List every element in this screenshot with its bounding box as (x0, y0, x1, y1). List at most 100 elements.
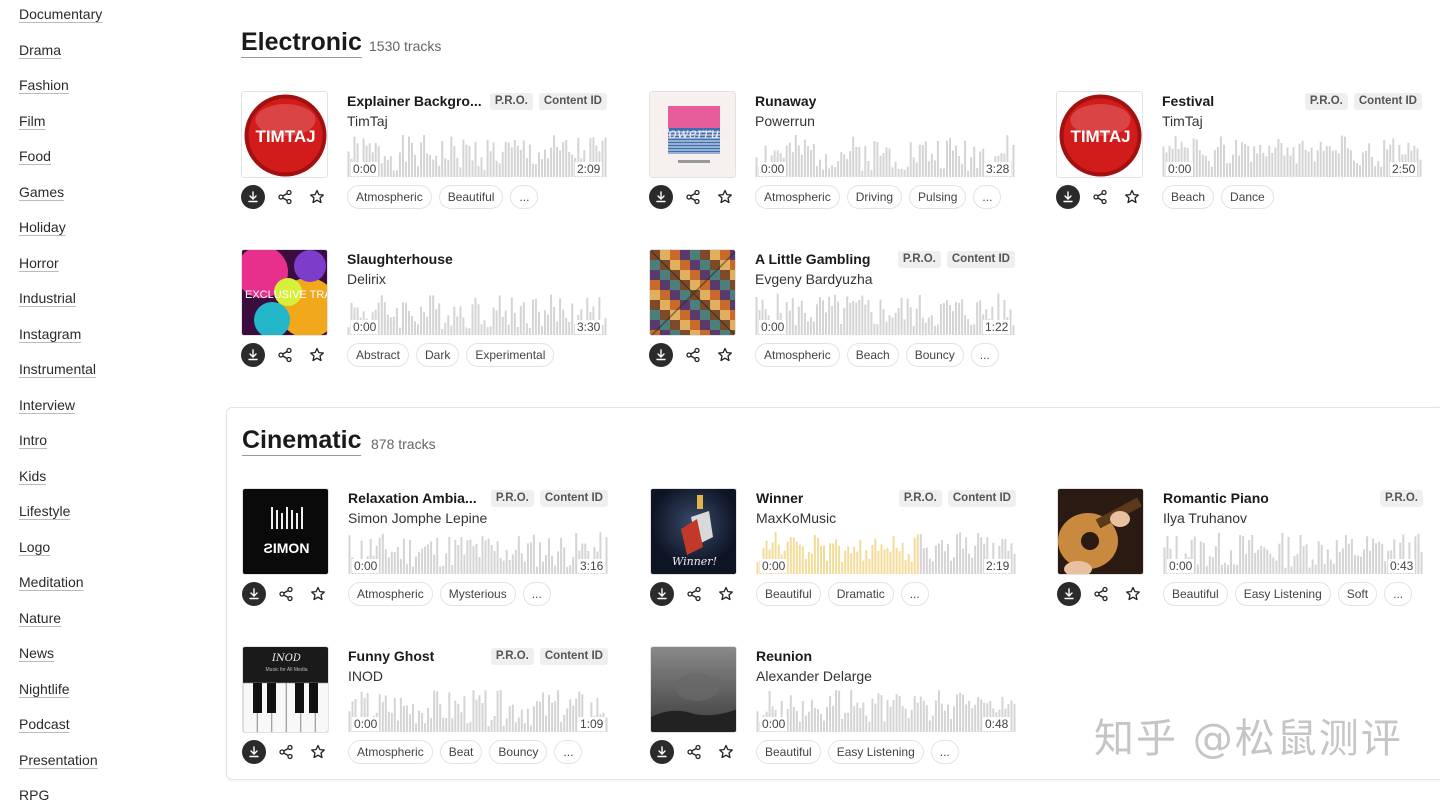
tag-beautiful[interactable]: Beautiful (756, 582, 821, 606)
sidebar-item-drama[interactable]: Drama (19, 42, 61, 58)
more-tags-button[interactable]: ... (930, 740, 959, 764)
download-icon[interactable] (241, 185, 265, 209)
track-artist[interactable]: Alexander Delarge (756, 668, 872, 684)
sidebar-item-instrumental[interactable]: Instrumental (19, 361, 96, 377)
star-icon[interactable] (1120, 185, 1144, 209)
tag-easy-listening[interactable]: Easy Listening (827, 740, 924, 764)
sidebar-item-industrial[interactable]: Industrial (19, 290, 76, 306)
star-icon[interactable] (305, 343, 329, 367)
sidebar-item-intro[interactable]: Intro (19, 432, 47, 448)
sidebar-item-instagram[interactable]: Instagram (19, 326, 81, 342)
album-cover[interactable]: ƧIMON (242, 488, 329, 575)
more-tags-button[interactable]: ... (900, 582, 929, 606)
track-artist[interactable]: Simon Jomphe Lepine (348, 510, 487, 526)
sidebar-item-film[interactable]: Film (19, 113, 45, 129)
sidebar-item-holiday[interactable]: Holiday (19, 219, 66, 235)
track-title[interactable]: Slaughterhouse (347, 251, 453, 267)
sidebar-item-podcast[interactable]: Podcast (19, 716, 70, 732)
tag-atmospheric[interactable]: Atmospheric (755, 185, 840, 209)
star-icon[interactable] (714, 740, 738, 764)
download-icon[interactable] (1057, 582, 1081, 606)
star-icon[interactable] (714, 582, 738, 606)
tag-bouncy[interactable]: Bouncy (489, 740, 548, 764)
sidebar-item-documentary[interactable]: Documentary (19, 6, 102, 22)
tag-beautiful[interactable]: Beautiful (1163, 582, 1228, 606)
sidebar-item-rpg[interactable]: RPG (19, 787, 49, 803)
download-icon[interactable] (242, 582, 266, 606)
track-artist[interactable]: TimTaj (347, 113, 388, 129)
waveform[interactable] (347, 135, 607, 179)
section-title[interactable]: Electronic (241, 28, 362, 58)
waveform[interactable] (755, 135, 1015, 179)
sidebar-item-food[interactable]: Food (19, 148, 51, 164)
waveform[interactable] (1162, 135, 1422, 179)
waveform[interactable] (348, 532, 608, 576)
share-icon[interactable] (274, 740, 298, 764)
track-artist[interactable]: TimTaj (1162, 113, 1203, 129)
album-cover[interactable]: TIMTAJ (241, 91, 328, 178)
share-icon[interactable] (682, 740, 706, 764)
tag-beautiful[interactable]: Beautiful (756, 740, 821, 764)
album-cover[interactable]: Winner! (650, 488, 737, 575)
tag-dark[interactable]: Dark (416, 343, 460, 367)
track-artist[interactable]: MaxKoMusic (756, 510, 836, 526)
waveform[interactable] (348, 690, 608, 734)
star-icon[interactable] (713, 185, 737, 209)
share-icon[interactable] (682, 582, 706, 606)
download-icon[interactable] (650, 582, 674, 606)
tag-driving[interactable]: Driving (846, 185, 903, 209)
tag-soft[interactable]: Soft (1337, 582, 1378, 606)
track-artist[interactable]: Powerrun (755, 113, 815, 129)
waveform[interactable] (756, 690, 1016, 734)
track-title[interactable]: Runaway (755, 93, 816, 109)
tag-beach[interactable]: Beach (1162, 185, 1215, 209)
track-title[interactable]: A Little Gambling (755, 251, 870, 267)
share-icon[interactable] (274, 582, 298, 606)
tag-atmospheric[interactable]: Atmospheric (755, 343, 840, 367)
tag-beautiful[interactable]: Beautiful (438, 185, 504, 209)
download-icon[interactable] (241, 343, 265, 367)
track-title[interactable]: Funny Ghost (348, 648, 434, 664)
sidebar-item-presentation[interactable]: Presentation (19, 752, 98, 768)
track-title[interactable]: Romantic Piano (1163, 490, 1269, 506)
sidebar-item-games[interactable]: Games (19, 184, 64, 200)
album-cover[interactable] (649, 249, 736, 336)
tag-beach[interactable]: Beach (846, 343, 899, 367)
sidebar-item-lifestyle[interactable]: Lifestyle (19, 503, 70, 519)
tag-bouncy[interactable]: Bouncy (905, 343, 964, 367)
tag-atmospheric[interactable]: Atmospheric (347, 185, 432, 209)
track-title[interactable]: Reunion (756, 648, 812, 664)
star-icon[interactable] (1121, 582, 1145, 606)
tag-pulsing[interactable]: Pulsing (909, 185, 967, 209)
track-artist[interactable]: INOD (348, 668, 383, 684)
star-icon[interactable] (306, 582, 330, 606)
tag-abstract[interactable]: Abstract (347, 343, 410, 367)
track-artist[interactable]: Ilya Truhanov (1163, 510, 1247, 526)
album-cover[interactable]: INOD Music for All Media (242, 646, 329, 733)
more-tags-button[interactable]: ... (970, 343, 999, 367)
share-icon[interactable] (1088, 185, 1112, 209)
album-cover[interactable]: Powerrun (649, 91, 736, 178)
sidebar-item-nature[interactable]: Nature (19, 610, 61, 626)
star-icon[interactable] (306, 740, 330, 764)
album-cover[interactable] (1057, 488, 1144, 575)
sidebar-item-news[interactable]: News (19, 645, 54, 661)
track-title[interactable]: Festival (1162, 93, 1214, 109)
tag-easy-listening[interactable]: Easy Listening (1234, 582, 1331, 606)
star-icon[interactable] (305, 185, 329, 209)
download-icon[interactable] (1056, 185, 1080, 209)
share-icon[interactable] (273, 343, 297, 367)
download-icon[interactable] (242, 740, 266, 764)
tag-dance[interactable]: Dance (1221, 185, 1274, 209)
waveform[interactable] (1163, 532, 1423, 576)
waveform[interactable] (347, 293, 607, 337)
share-icon[interactable] (681, 343, 705, 367)
sidebar-item-logo[interactable]: Logo (19, 539, 50, 555)
tag-dramatic[interactable]: Dramatic (827, 582, 894, 606)
track-title[interactable]: Winner (756, 490, 803, 506)
sidebar-item-fashion[interactable]: Fashion (19, 77, 69, 93)
download-icon[interactable] (649, 185, 673, 209)
track-artist[interactable]: Evgeny Bardyuzha (755, 271, 873, 287)
more-tags-button[interactable]: ... (522, 582, 551, 606)
sidebar-item-nightlife[interactable]: Nightlife (19, 681, 70, 697)
